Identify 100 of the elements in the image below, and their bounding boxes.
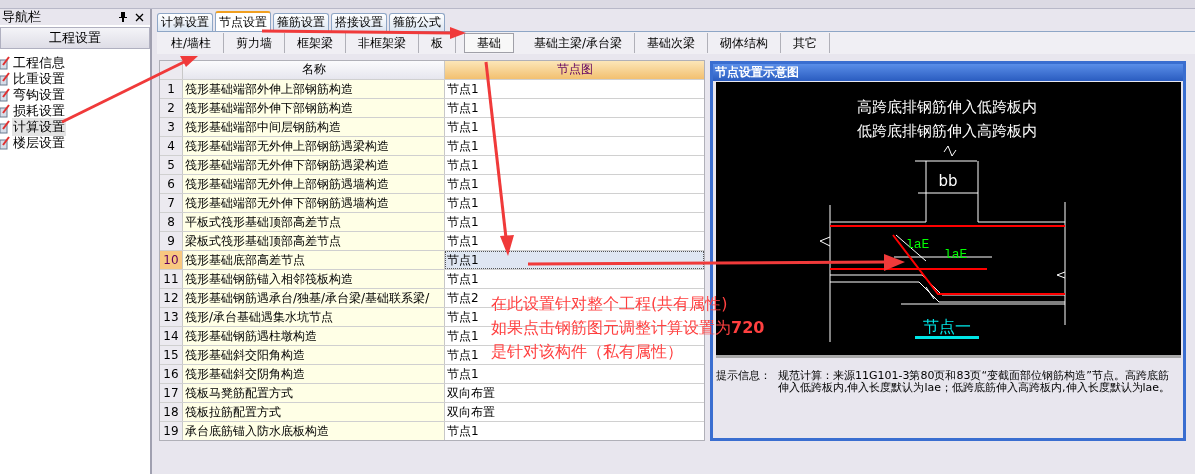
- panel-title: 节点设置示意图: [713, 64, 1183, 81]
- row-number[interactable]: 4: [160, 137, 183, 155]
- subtab[interactable]: 非框架梁: [346, 33, 420, 53]
- row-number[interactable]: 8: [160, 213, 183, 231]
- row-number[interactable]: 12: [160, 289, 183, 307]
- panel-title: 导航栏: [2, 8, 42, 26]
- cell-value[interactable]: 节点1: [447, 329, 479, 343]
- row-number[interactable]: 14: [160, 327, 183, 345]
- table-cell: 筏形基础钢筋遇柱墩构造: [183, 327, 445, 345]
- row-number[interactable]: 3: [160, 118, 183, 136]
- cell-value[interactable]: 节点1: [447, 348, 479, 362]
- cell-value[interactable]: 双向布置: [447, 386, 495, 400]
- cell-value[interactable]: 节点2: [447, 291, 479, 305]
- row-number[interactable]: 18: [160, 403, 183, 421]
- table-cell: 平板式筏形基础顶部高差节点: [183, 213, 445, 231]
- pin-icon[interactable]: [119, 12, 127, 22]
- cell-value[interactable]: 节点1: [447, 272, 479, 286]
- diagram-heading: 高跨底排钢筋伸入低跨板内: [857, 98, 1037, 116]
- close-icon[interactable]: [135, 12, 144, 22]
- cell-value[interactable]: 节点1: [447, 215, 479, 229]
- pencil-icon: [0, 104, 10, 118]
- table-cell: 筏形基础端部无外伸下部钢筋遇梁构造: [183, 156, 445, 174]
- nav-item[interactable]: 计算设置: [12, 118, 66, 136]
- table-cell: 筏形基础底部高差节点: [183, 251, 445, 269]
- table-cell: 筏形基础斜交阳角构造: [183, 346, 445, 364]
- column-header: 名称: [183, 61, 445, 79]
- pencil-icon: [0, 72, 10, 86]
- subtab[interactable]: 其它: [781, 33, 831, 53]
- table-cell: 筏形基础钢筋遇承台/独基/承台梁/基础联系梁/: [183, 289, 445, 307]
- row-number[interactable]: 17: [160, 384, 183, 402]
- row-number[interactable]: 15: [160, 346, 183, 364]
- pencil-icon: [0, 120, 10, 134]
- tab[interactable]: 搭接设置: [331, 13, 387, 31]
- cell-value[interactable]: 节点1: [447, 234, 479, 248]
- row-number[interactable]: 10: [160, 251, 183, 269]
- subtab[interactable]: 砌体结构: [708, 33, 782, 53]
- caption-underline: [915, 336, 979, 339]
- row-number[interactable]: 1: [160, 80, 183, 98]
- table-cell: 筏形基础斜交阴角构造: [183, 365, 445, 383]
- hint-text: 规范计算：来源11G101-3第80页和83页“变截面部位钢筋构造”节点。高跨底筋伸入低跨板内,伸入长度默认为lae；低跨底筋伸入高跨板内,伸入长度默认为lae。: [778, 370, 1172, 394]
- column-header: 节点图: [445, 61, 704, 79]
- dimension-label: bb: [938, 172, 958, 190]
- cell-value[interactable]: 节点1: [447, 177, 479, 191]
- pencil-icon: [0, 56, 10, 70]
- cell-value[interactable]: 节点1: [447, 424, 479, 438]
- table-cell: 梁板式筏形基础顶部高差节点: [183, 232, 445, 250]
- row-number[interactable]: 9: [160, 232, 183, 250]
- table-cell: 筏板马凳筋配置方式: [183, 384, 445, 402]
- nav-item[interactable]: 楼层设置: [12, 134, 66, 152]
- row-number[interactable]: 19: [160, 422, 183, 440]
- cell-value[interactable]: 节点1: [447, 101, 479, 115]
- cell-value[interactable]: 节点1: [447, 139, 479, 153]
- row-number[interactable]: 11: [160, 270, 183, 288]
- nav-item[interactable]: 弯钩设置: [12, 86, 66, 104]
- dimension-label: laE: [906, 237, 930, 252]
- tab[interactable]: 箍筋设置: [273, 13, 329, 31]
- row-number[interactable]: 6: [160, 175, 183, 193]
- diagram-heading: 低跨底排钢筋伸入高跨板内: [857, 122, 1037, 140]
- node-caption: 节点一: [923, 317, 971, 336]
- table-cell: 筏形基础端部无外伸上部钢筋遇梁构造: [183, 137, 445, 155]
- dimension-label: laE: [944, 247, 968, 262]
- table-cell: 筏板拉筋配置方式: [183, 403, 445, 421]
- hint-label: 提示信息：: [716, 370, 772, 384]
- table-cell: 筏形基础端部无外伸上部钢筋遇墙构造: [183, 175, 445, 193]
- row-number[interactable]: 5: [160, 156, 183, 174]
- table-cell: 承台底筋锚入防水底板构造: [183, 422, 445, 440]
- subtab[interactable]: 基础主梁/承台梁: [522, 33, 636, 53]
- row-number[interactable]: 2: [160, 99, 183, 117]
- cell-value[interactable]: 双向布置: [447, 405, 495, 419]
- nav-item[interactable]: 比重设置: [12, 70, 66, 88]
- nav-item[interactable]: 工程信息: [12, 54, 66, 72]
- cell-value[interactable]: 节点1: [447, 196, 479, 210]
- tab[interactable]: 节点设置: [215, 11, 271, 31]
- row-number[interactable]: 16: [160, 365, 183, 383]
- cell-value[interactable]: 节点1: [447, 310, 479, 324]
- subtab[interactable]: 基础: [464, 33, 515, 53]
- tab[interactable]: 箍筋公式: [389, 13, 445, 31]
- section-header[interactable]: 工程设置: [0, 27, 150, 49]
- table-cell: 筏形基础端部外伸下部钢筋构造: [183, 99, 445, 117]
- nav-item[interactable]: 损耗设置: [12, 102, 66, 120]
- table-cell: 筏形基础端部中间层钢筋构造: [183, 118, 445, 136]
- cell-value[interactable]: 节点1: [447, 120, 479, 134]
- pencil-icon: [0, 88, 10, 102]
- table-cell: 筏形基础端部无外伸下部钢筋遇墙构造: [183, 194, 445, 212]
- tab[interactable]: 计算设置: [157, 13, 213, 31]
- table-cell: 筏形/承台基础遇集水坑节点: [183, 308, 445, 326]
- cell-value[interactable]: 节点1: [447, 158, 479, 172]
- table-cell: 筏形基础钢筋锚入相邻筏板构造: [183, 270, 445, 288]
- row-number[interactable]: 7: [160, 194, 183, 212]
- annotation-text: 是针对该构件（私有属性）: [491, 341, 684, 363]
- pencil-icon: [0, 136, 10, 150]
- cell-value[interactable]: 节点1: [447, 367, 479, 381]
- subtab[interactable]: 框架梁: [285, 33, 347, 53]
- table-cell: 筏形基础端部外伸上部钢筋构造: [183, 80, 445, 98]
- subtab[interactable]: 剪力墙: [224, 33, 286, 53]
- row-number[interactable]: 13: [160, 308, 183, 326]
- subtab[interactable]: 基础次梁: [635, 33, 709, 53]
- cell-value[interactable]: 节点1: [447, 82, 479, 96]
- subtab[interactable]: 柱/墙柱: [159, 33, 225, 53]
- cell-value[interactable]: 节点1: [447, 253, 479, 267]
